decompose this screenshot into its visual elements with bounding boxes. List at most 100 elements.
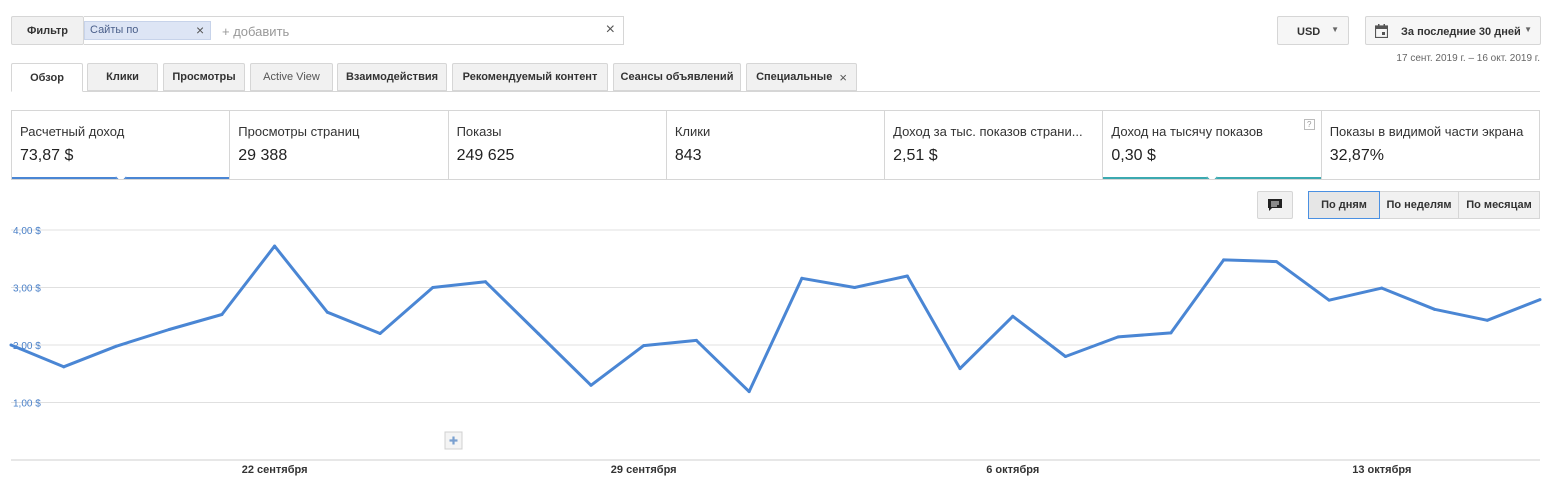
tab-close-icon[interactable]: × (839, 70, 847, 85)
add-filter-input[interactable]: + добавить (222, 24, 289, 39)
data-point[interactable] (905, 274, 909, 278)
data-point[interactable] (694, 338, 698, 342)
period-months-label: По месяцам (1466, 199, 1532, 211)
tab-label: Обзор (30, 71, 64, 84)
period-toggle-group: По дням По неделям По месяцам (1308, 191, 1540, 219)
date-range-label: За последние 30 дней (1401, 26, 1521, 38)
data-point[interactable] (62, 365, 66, 369)
period-days-label: По дням (1321, 199, 1367, 211)
metric-name: Просмотры страниц (238, 124, 360, 139)
tab-clicks[interactable]: Клики (87, 63, 158, 91)
series-line (10, 244, 1541, 394)
tab-active-view[interactable]: Active View (250, 63, 333, 91)
metric-card-estimated-earnings[interactable]: Расчетный доход 73,87 $ (12, 111, 231, 179)
data-point[interactable] (114, 344, 118, 348)
comment-icon (1268, 198, 1282, 211)
metric-card-clicks[interactable]: Клики 843 (667, 111, 886, 179)
tab-label: Клики (106, 71, 139, 83)
x-tick-label: 13 октября (1352, 464, 1411, 476)
period-months-button[interactable]: По месяцам (1458, 191, 1540, 219)
metric-value: 843 (674, 147, 702, 164)
tab-views[interactable]: Просмотры (163, 63, 245, 91)
data-point[interactable] (536, 332, 540, 335)
filter-input-box[interactable]: Сайты по × + добавить × (84, 16, 624, 45)
period-days-button[interactable]: По дням (1308, 191, 1380, 219)
add-annotation-button[interactable] (444, 431, 463, 450)
x-tick-label: 6 октября (986, 464, 1039, 476)
data-point[interactable] (378, 332, 382, 335)
y-tick-label: 1,00 $ (13, 399, 41, 410)
metric-value: 73,87 $ (20, 147, 74, 164)
metric-name: Доход за тыс. показов страни... (893, 124, 1083, 139)
dropdown-caret-icon: ▼ (1524, 25, 1532, 34)
metric-name: Доход на тысячу показов (1111, 124, 1263, 139)
metric-card-impressions[interactable]: Показы 249 625 (449, 111, 667, 179)
data-point[interactable] (1169, 331, 1173, 335)
chip-close-icon[interactable]: × (196, 22, 204, 39)
y-tick-label: 3,00 $ (13, 284, 41, 295)
data-point[interactable] (1011, 314, 1015, 318)
data-point[interactable] (1274, 260, 1278, 264)
tab-label: Просмотры (172, 71, 236, 83)
data-point[interactable] (642, 344, 646, 348)
metric-name: Расчетный доход (20, 124, 125, 139)
metric-card-page-rpm[interactable]: Доход за тыс. показов страни... 2,51 $ (885, 111, 1104, 179)
tab-overview[interactable]: Обзор (11, 63, 83, 92)
data-point[interactable] (958, 367, 962, 371)
tab-label: Рекомендуемый контент (462, 71, 598, 83)
tab-label: Сеансы объявлений (620, 71, 734, 83)
data-point[interactable] (853, 286, 857, 289)
currency-select[interactable]: USD ▼ (1277, 16, 1349, 45)
data-point[interactable] (800, 276, 804, 280)
metric-value: 32,87% (1329, 147, 1384, 164)
date-range-dates: 17 сент. 2019 г. – 16 окт. 2019 г. (1396, 53, 1540, 64)
tab-ad-sessions[interactable]: Сеансы объявлений (613, 63, 741, 91)
data-point[interactable] (1116, 335, 1120, 339)
data-point[interactable] (484, 280, 488, 284)
tab-recommended-content[interactable]: Рекомендуемый контент (452, 63, 608, 91)
metric-selected-notch (114, 171, 127, 179)
metric-name: Показы (456, 124, 502, 139)
data-point[interactable] (167, 327, 171, 331)
currency-value: USD (1297, 26, 1321, 38)
data-point[interactable] (273, 244, 277, 248)
line-chart: 4,00 $3,00 $2,00 $1,00 $ 22 сентября 29 с… (9, 226, 1542, 476)
data-point[interactable] (1327, 298, 1331, 302)
metric-card-impression-rpm[interactable]: Доход на тысячу показов 0,30 $ ? (1103, 111, 1322, 179)
data-point[interactable] (1485, 318, 1489, 322)
data-point[interactable] (1222, 258, 1226, 262)
data-point[interactable] (1380, 286, 1384, 290)
metric-card-page-views[interactable]: Просмотры страниц 29 388 (230, 111, 449, 179)
metric-selected-notch (1206, 171, 1218, 179)
metric-value: 249 625 (456, 147, 515, 164)
data-point[interactable] (1063, 355, 1067, 358)
tab-label: Взаимодействия (345, 71, 439, 83)
metric-name: Клики (674, 124, 711, 139)
data-point[interactable] (589, 383, 593, 387)
filter-chip[interactable]: Сайты по × (84, 21, 211, 40)
calendar-icon (1375, 24, 1388, 38)
data-point[interactable] (747, 390, 751, 394)
filter-chip-label: Сайты по (90, 24, 139, 36)
data-point[interactable] (1538, 298, 1542, 302)
data-point[interactable] (9, 343, 13, 347)
metric-value: 2,51 $ (893, 147, 938, 164)
period-weeks-label: По неделям (1386, 199, 1452, 211)
metric-value: 0,30 $ (1111, 147, 1156, 164)
data-point[interactable] (431, 286, 435, 289)
date-range-select[interactable]: За последние 30 дней ▼ (1365, 16, 1541, 45)
filter-button-label: Фильтр (26, 24, 69, 37)
tabs-divider (11, 91, 1540, 92)
help-icon[interactable]: ? (1303, 119, 1315, 130)
data-point[interactable] (1433, 307, 1437, 311)
annotations-button[interactable] (1257, 191, 1293, 219)
period-weeks-button[interactable]: По неделям (1379, 191, 1459, 219)
filter-button[interactable]: Фильтр (11, 16, 84, 45)
x-tick-label: 29 сентября (611, 464, 677, 476)
tab-interactions[interactable]: Взаимодействия (337, 63, 447, 91)
clear-filter-icon[interactable]: × (606, 21, 615, 39)
metric-card-active-view-viewable[interactable]: Показы в видимой части экрана 32,87% (1322, 111, 1539, 179)
tab-custom[interactable]: Специальные × (746, 63, 857, 91)
data-point[interactable] (325, 310, 329, 314)
data-point[interactable] (220, 313, 224, 317)
